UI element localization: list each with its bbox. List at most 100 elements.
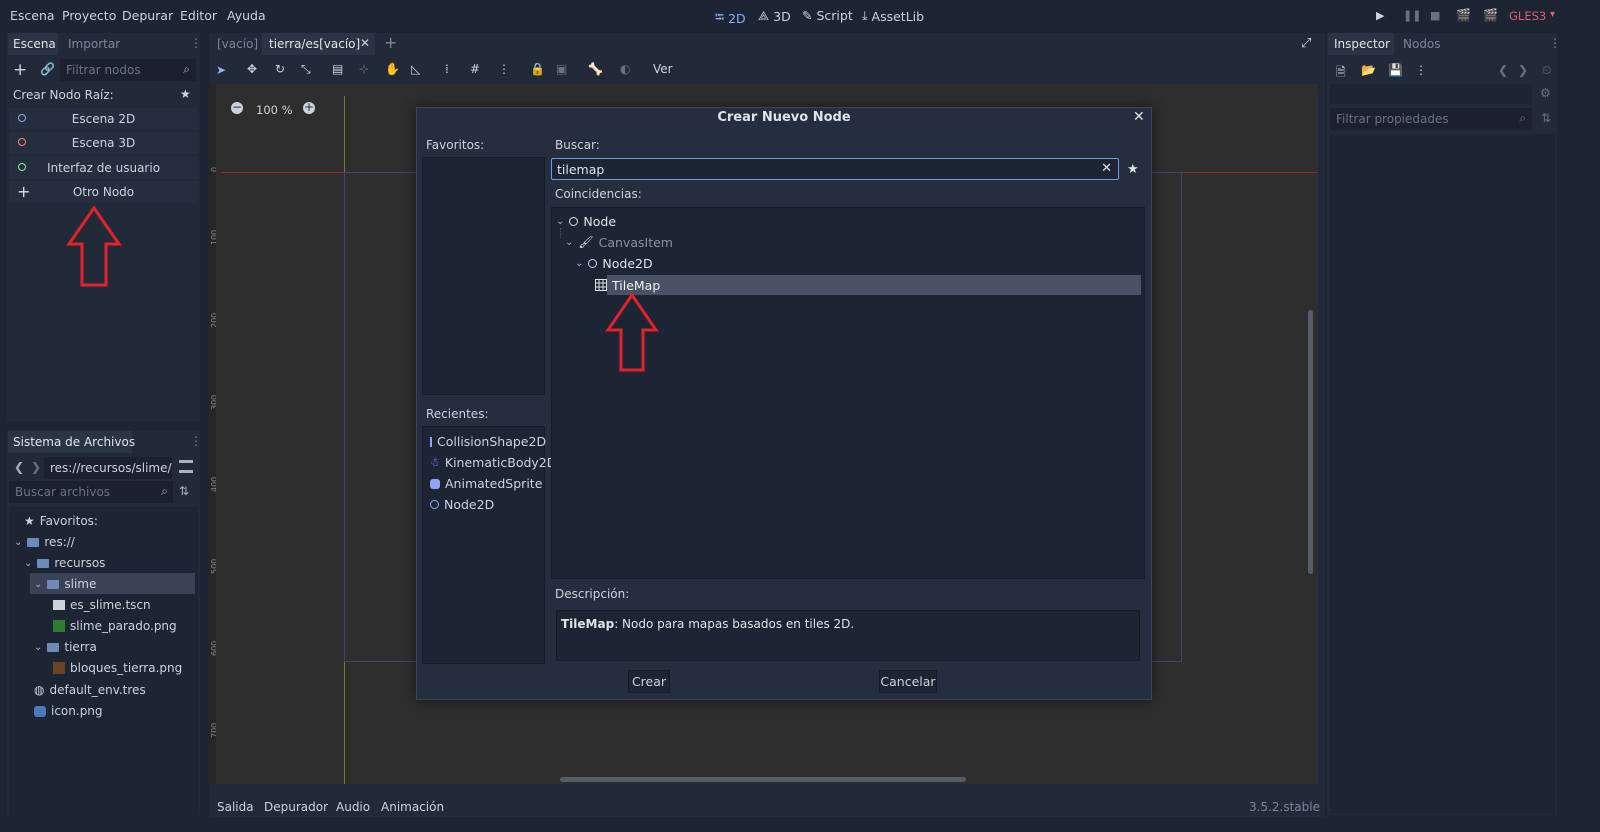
- favorite-star-icon[interactable]: ★: [180, 87, 191, 101]
- clear-search-icon[interactable]: ✕: [1101, 161, 1112, 176]
- smart-snap-icon[interactable]: ⁞: [445, 62, 449, 76]
- filter-nodes-input[interactable]: Filtrar nodos ⌕: [60, 59, 196, 81]
- file-item-es-slime[interactable]: es_slime.tscn: [53, 596, 151, 614]
- create-3d-scene-button[interactable]: Escena 3D: [9, 132, 198, 154]
- sort-icon[interactable]: ⇅: [179, 484, 189, 498]
- kebab-menu-icon[interactable]: ⋮: [190, 434, 202, 448]
- open-folder-icon[interactable]: 📂: [1361, 63, 1376, 77]
- favorite-star-icon[interactable]: ★: [1127, 162, 1139, 177]
- settings-icon[interactable]: ⚙: [1540, 86, 1551, 100]
- zoom-out-icon[interactable]: −: [231, 101, 243, 114]
- back-arrow-icon[interactable]: ❮: [14, 460, 24, 474]
- create-ui-button[interactable]: Interfaz de usuario: [9, 157, 198, 179]
- menu-depurar[interactable]: Depurar: [122, 8, 173, 23]
- link-icon[interactable]: 🔗: [40, 62, 55, 76]
- other-node-button[interactable]: + Otro Nodo: [9, 181, 198, 203]
- scale-tool-icon[interactable]: ⤡: [301, 62, 311, 77]
- file-item-default-env[interactable]: ◍ default_env.tres: [34, 681, 146, 699]
- pause-icon[interactable]: ❚❚: [1403, 9, 1421, 22]
- tab-scene[interactable]: Escena: [13, 37, 56, 51]
- menu-ayuda[interactable]: Ayuda: [227, 8, 266, 23]
- history-back-icon[interactable]: ❮: [1498, 63, 1508, 77]
- renderer-label[interactable]: GLES3: [1509, 9, 1546, 23]
- forward-arrow-icon[interactable]: ❯: [31, 460, 41, 474]
- pan-tool-icon[interactable]: ✋: [385, 62, 400, 76]
- zoom-level[interactable]: 100 %: [256, 103, 293, 117]
- object-path-field[interactable]: [1330, 84, 1532, 104]
- play-scene-icon[interactable]: 🎬: [1456, 8, 1471, 22]
- file-item-tierra[interactable]: ⌄ tierra: [34, 638, 97, 656]
- ruler-tool-icon[interactable]: ◺: [411, 62, 420, 76]
- tree-item-node[interactable]: ⌄ Node: [556, 211, 616, 231]
- file-item-slime-parado[interactable]: slime_parado.png: [53, 617, 177, 635]
- file-item-res[interactable]: ⌄ res://: [14, 533, 75, 551]
- chevron-down-icon[interactable]: ▾: [1550, 9, 1555, 20]
- tree-item-node2d[interactable]: ⌄ Node2D: [575, 253, 653, 273]
- list-select-icon[interactable]: ▤: [332, 62, 343, 76]
- file-item-slime[interactable]: ⌄ slime: [34, 575, 96, 593]
- save-icon[interactable]: 💾: [1388, 63, 1403, 77]
- file-item-icon-png[interactable]: icon.png: [34, 702, 103, 720]
- lock-icon[interactable]: 🔒: [530, 62, 545, 76]
- split-view-icon[interactable]: [179, 460, 193, 473]
- node-search-input[interactable]: tilemap ✕: [551, 158, 1119, 180]
- path-field[interactable]: res://recursos/slime/: [44, 457, 172, 479]
- move-tool-icon[interactable]: ✥: [247, 62, 257, 76]
- zoom-in-icon[interactable]: +: [303, 101, 315, 114]
- filter-properties-input[interactable]: Filtrar propiedades ⌕: [1330, 108, 1532, 130]
- bottom-tab-audio[interactable]: Audio: [336, 800, 370, 814]
- sort-icon[interactable]: ⇅: [1541, 111, 1551, 125]
- file-item-favorites[interactable]: ★ Favoritos:: [24, 512, 98, 530]
- menu-editor[interactable]: Editor: [180, 8, 217, 23]
- history-forward-icon[interactable]: ❯: [1518, 63, 1528, 77]
- horizontal-scrollbar[interactable]: [560, 777, 966, 782]
- new-resource-icon[interactable]: 🗎: [1336, 63, 1346, 84]
- scene-tab-empty[interactable]: [vacío]: [217, 37, 258, 51]
- play-custom-scene-icon[interactable]: 🎬: [1483, 8, 1498, 22]
- file-item-recursos[interactable]: ⌄ recursos: [24, 554, 105, 572]
- camera-override-icon[interactable]: ◐: [620, 62, 630, 76]
- create-2d-scene-button[interactable]: Escena 2D: [9, 108, 198, 130]
- play-icon[interactable]: ▶: [1376, 9, 1384, 22]
- grid-snap-icon[interactable]: #: [470, 62, 480, 76]
- tab-nodes[interactable]: Nodos: [1403, 37, 1441, 51]
- kebab-menu-icon[interactable]: ⋮: [190, 36, 202, 50]
- recent-item-kinematicbody2d[interactable]: ☃ KinematicBody2D: [423, 452, 556, 473]
- close-tab-icon[interactable]: ✕: [360, 36, 370, 50]
- menu-proyecto[interactable]: Proyecto: [62, 8, 116, 23]
- create-button[interactable]: Crear: [628, 670, 670, 693]
- kebab-menu-icon[interactable]: ⋮: [1415, 63, 1427, 77]
- bottom-tab-output[interactable]: Salida: [217, 800, 254, 814]
- favorites-list[interactable]: [422, 157, 545, 395]
- bone-icon[interactable]: 🦴: [588, 62, 603, 76]
- recent-item-node2d[interactable]: Node2D: [423, 494, 544, 515]
- tab-import[interactable]: Importar: [68, 37, 120, 51]
- file-item-bloques-tierra[interactable]: bloques_tierra.png: [53, 659, 182, 677]
- add-tab-icon[interactable]: +: [384, 33, 397, 52]
- kebab-menu-icon[interactable]: ⋮: [1549, 36, 1561, 50]
- view-menu[interactable]: Ver: [653, 62, 673, 76]
- menu-escena[interactable]: Escena: [10, 8, 55, 23]
- recent-item-animatedsprite[interactable]: AnimatedSprite: [423, 473, 544, 494]
- cancel-button[interactable]: Cancelar: [879, 670, 937, 693]
- bottom-tab-animation[interactable]: Animación: [381, 800, 444, 814]
- scene-tab-tierra[interactable]: tierra/es[vacío]: [269, 37, 360, 51]
- history-icon[interactable]: ⏲: [1542, 63, 1551, 78]
- tree-item-canvasitem[interactable]: ⌄ 🖌 CanvasItem: [565, 232, 673, 252]
- distraction-free-icon[interactable]: ⤢: [1301, 36, 1311, 51]
- bottom-tab-debugger[interactable]: Depurador: [264, 800, 328, 814]
- tab-inspector[interactable]: Inspector: [1334, 37, 1390, 51]
- mode-3d-button[interactable]: ⟁ 3D: [758, 8, 791, 24]
- group-icon[interactable]: ▣: [556, 62, 567, 76]
- pivot-icon[interactable]: ⊹: [359, 62, 369, 76]
- rotate-tool-icon[interactable]: ↻: [275, 62, 285, 76]
- stop-icon[interactable]: ■: [1430, 9, 1440, 22]
- recent-list[interactable]: CollisionShape2D ☃ KinematicBody2D Animat…: [422, 426, 556, 664]
- mode-assetlib-button[interactable]: ⤓ AssetLib: [862, 8, 924, 24]
- filesystem-title[interactable]: Sistema de Archivos: [13, 435, 135, 449]
- add-node-icon[interactable]: +: [13, 60, 27, 80]
- snap-options-icon[interactable]: ⋮: [498, 62, 510, 76]
- select-tool-icon[interactable]: ➤: [216, 63, 226, 77]
- close-icon[interactable]: ✕: [1133, 109, 1145, 125]
- vertical-scrollbar[interactable]: [1308, 310, 1313, 574]
